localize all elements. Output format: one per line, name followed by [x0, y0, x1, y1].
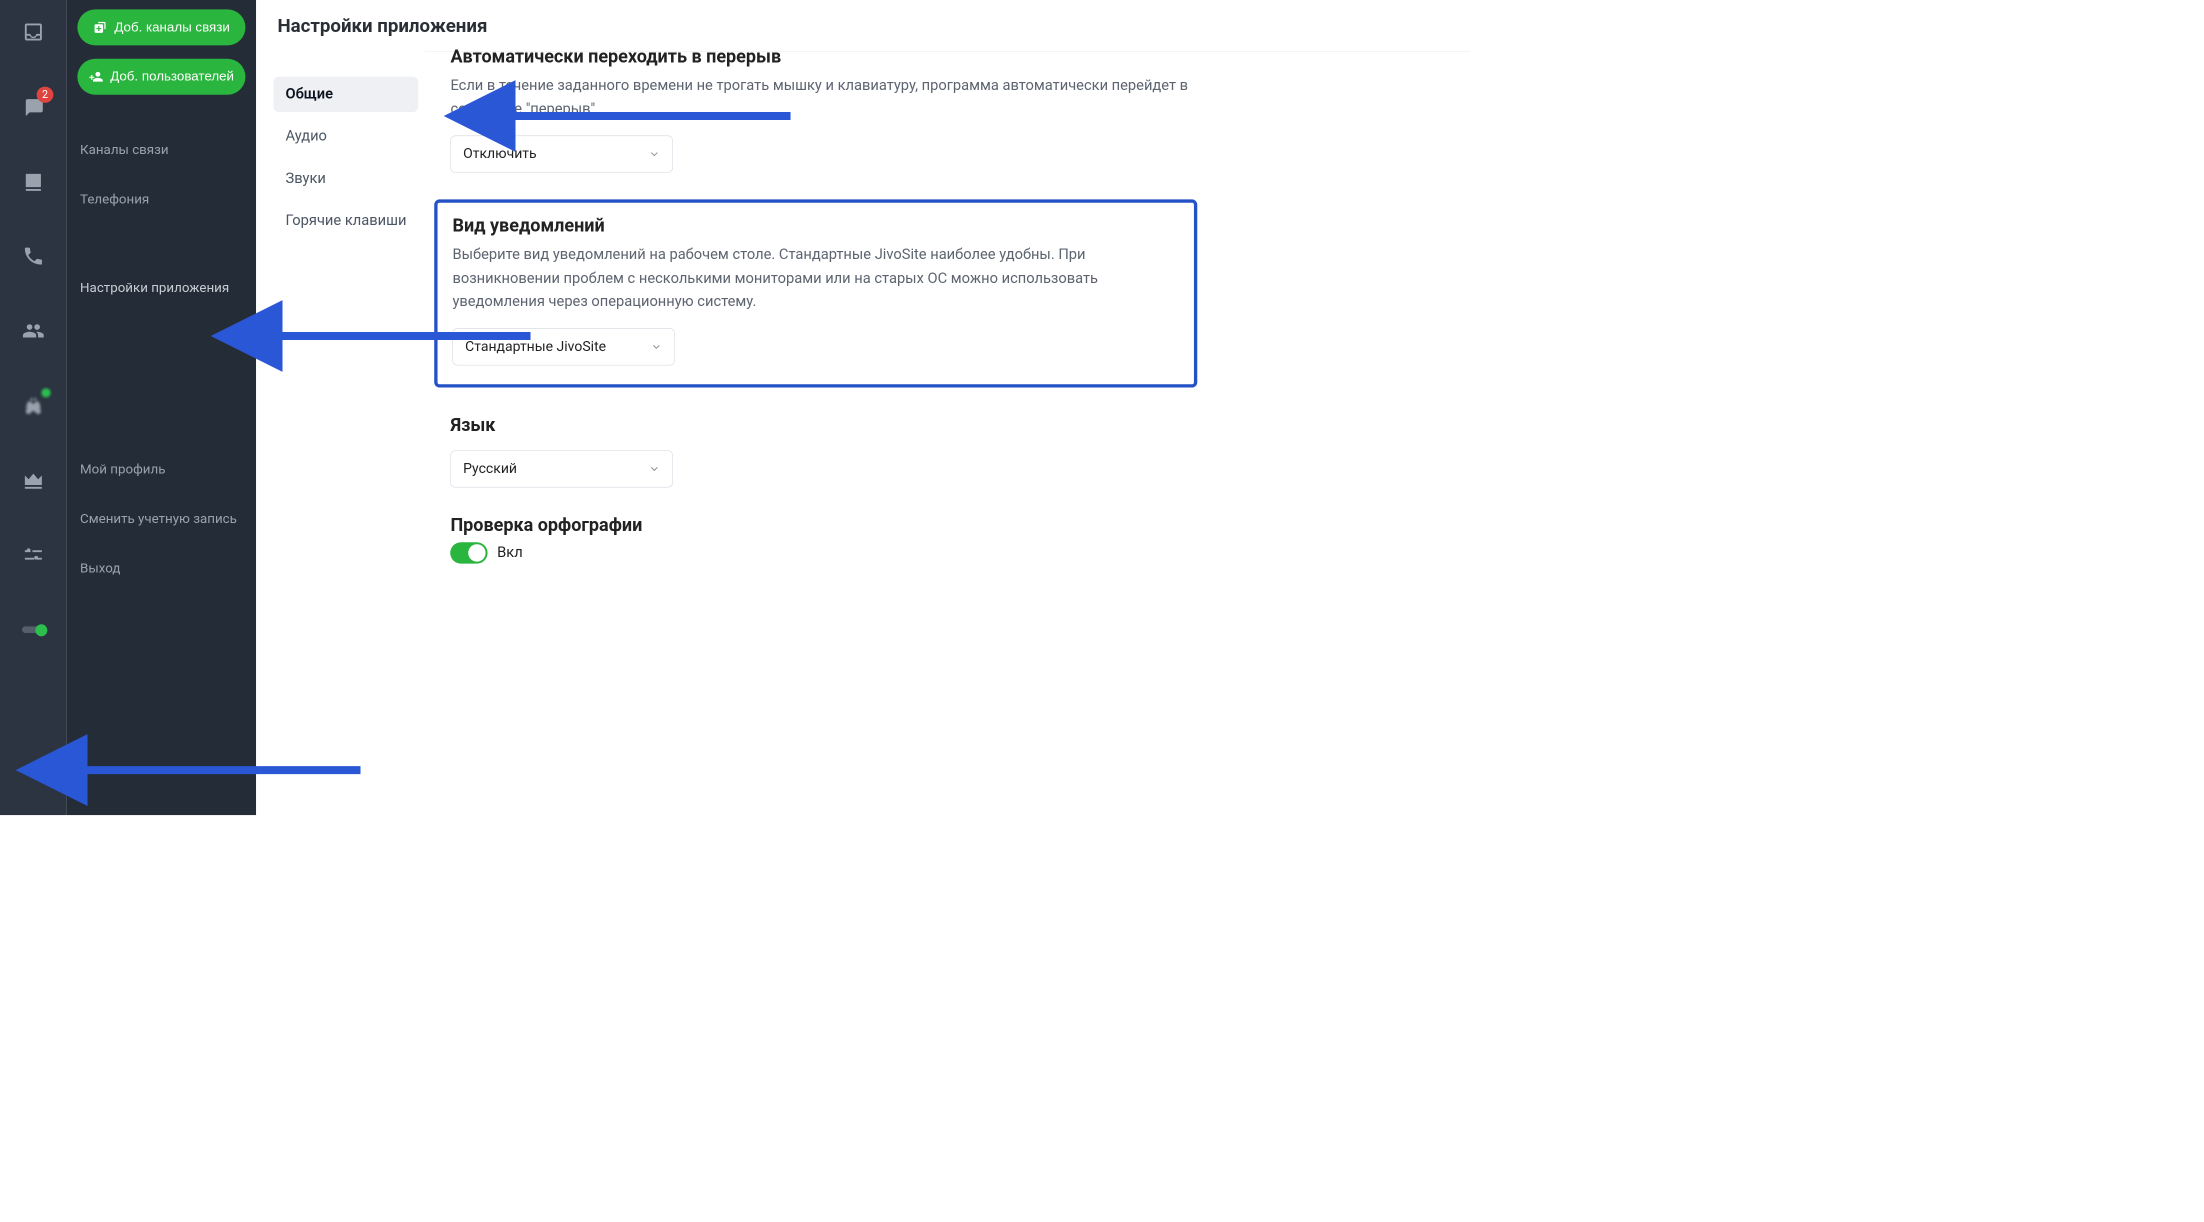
- section-language: Язык Русский: [450, 414, 1197, 487]
- sidebar-item-telephony[interactable]: Телефония: [77, 181, 245, 216]
- status-dot: [41, 388, 50, 397]
- tab-general[interactable]: Общие: [273, 77, 418, 112]
- tab-sounds[interactable]: Звуки: [273, 161, 418, 196]
- add-users-label: Доб. пользователей: [110, 69, 234, 84]
- page-title: Настройки приложения: [273, 0, 1443, 51]
- autobreak-title: Автоматически переходить в перерыв: [450, 46, 1197, 67]
- tab-hotkeys[interactable]: Горячие клавиши: [273, 203, 418, 238]
- add-users-button[interactable]: Доб. пользователей: [77, 59, 245, 95]
- chevron-down-icon: [649, 148, 661, 160]
- sidebar-item-app-settings[interactable]: Настройки приложения: [77, 270, 245, 305]
- sidebar-item-logout[interactable]: Выход: [77, 550, 245, 585]
- binoculars-icon[interactable]: [20, 392, 47, 419]
- chat-badge: 2: [37, 87, 54, 103]
- section-spellcheck: Проверка орфографии Вкл: [450, 514, 1197, 563]
- notifications-select[interactable]: Стандартные JivoSite: [452, 328, 675, 365]
- sidebar-nav: Каналы связи Телефония Настройки приложе…: [77, 132, 245, 600]
- notifications-title: Вид уведомлений: [452, 215, 1179, 236]
- contact-icon[interactable]: [20, 168, 47, 195]
- add-channel-icon: [93, 20, 108, 35]
- presence-toggle[interactable]: [20, 616, 47, 643]
- notifications-value: Стандартные JivoSite: [465, 339, 606, 355]
- sidebar-item-switch-account[interactable]: Сменить учетную запись: [77, 501, 245, 536]
- settings-tabs: Общие Аудио Звуки Горячие клавиши: [273, 51, 418, 590]
- inbox-icon[interactable]: [20, 19, 47, 46]
- team-icon[interactable]: [20, 317, 47, 344]
- add-channels-label: Доб. каналы связи: [114, 20, 229, 35]
- chevron-down-icon: [649, 463, 661, 475]
- autobreak-desc: Если в течение заданного времени не трог…: [450, 74, 1197, 121]
- spellcheck-value: Вкл: [497, 545, 523, 562]
- chevron-down-icon: [651, 341, 663, 353]
- settings-panel: Автоматически переходить в перерыв Если …: [450, 51, 1197, 590]
- tab-audio[interactable]: Аудио: [273, 119, 418, 154]
- notifications-desc: Выберите вид уведомлений на рабочем стол…: [452, 243, 1179, 313]
- spellcheck-toggle[interactable]: [450, 542, 487, 563]
- language-select[interactable]: Русский: [450, 450, 673, 487]
- add-channels-button[interactable]: Доб. каналы связи: [77, 9, 245, 45]
- iconbar: 2: [0, 0, 67, 815]
- sidebar-item-telephony-sub[interactable]: [77, 217, 245, 250]
- spellcheck-title: Проверка орфографии: [450, 514, 1197, 535]
- sidebar-item-channels[interactable]: Каналы связи: [77, 132, 245, 167]
- section-autobreak: Автоматически переходить в перерыв Если …: [450, 46, 1197, 173]
- sidebar-item-profile[interactable]: Мой профиль: [77, 452, 245, 487]
- language-title: Язык: [450, 414, 1197, 435]
- language-value: Русский: [463, 461, 517, 477]
- autobreak-select[interactable]: Отключить: [450, 136, 673, 173]
- phone-icon[interactable]: [20, 243, 47, 270]
- chat-icon[interactable]: 2: [20, 93, 47, 120]
- autobreak-value: Отключить: [463, 146, 537, 162]
- crown-icon[interactable]: [20, 467, 47, 494]
- sidebar: Доб. каналы связи Доб. пользователей Кан…: [67, 0, 256, 815]
- section-notifications: Вид уведомлений Выберите вид уведомлений…: [434, 200, 1197, 388]
- add-user-icon: [89, 69, 104, 84]
- content: Настройки приложения Общие Аудио Звуки Г…: [256, 0, 1470, 815]
- settings-sliders-icon[interactable]: [20, 542, 47, 569]
